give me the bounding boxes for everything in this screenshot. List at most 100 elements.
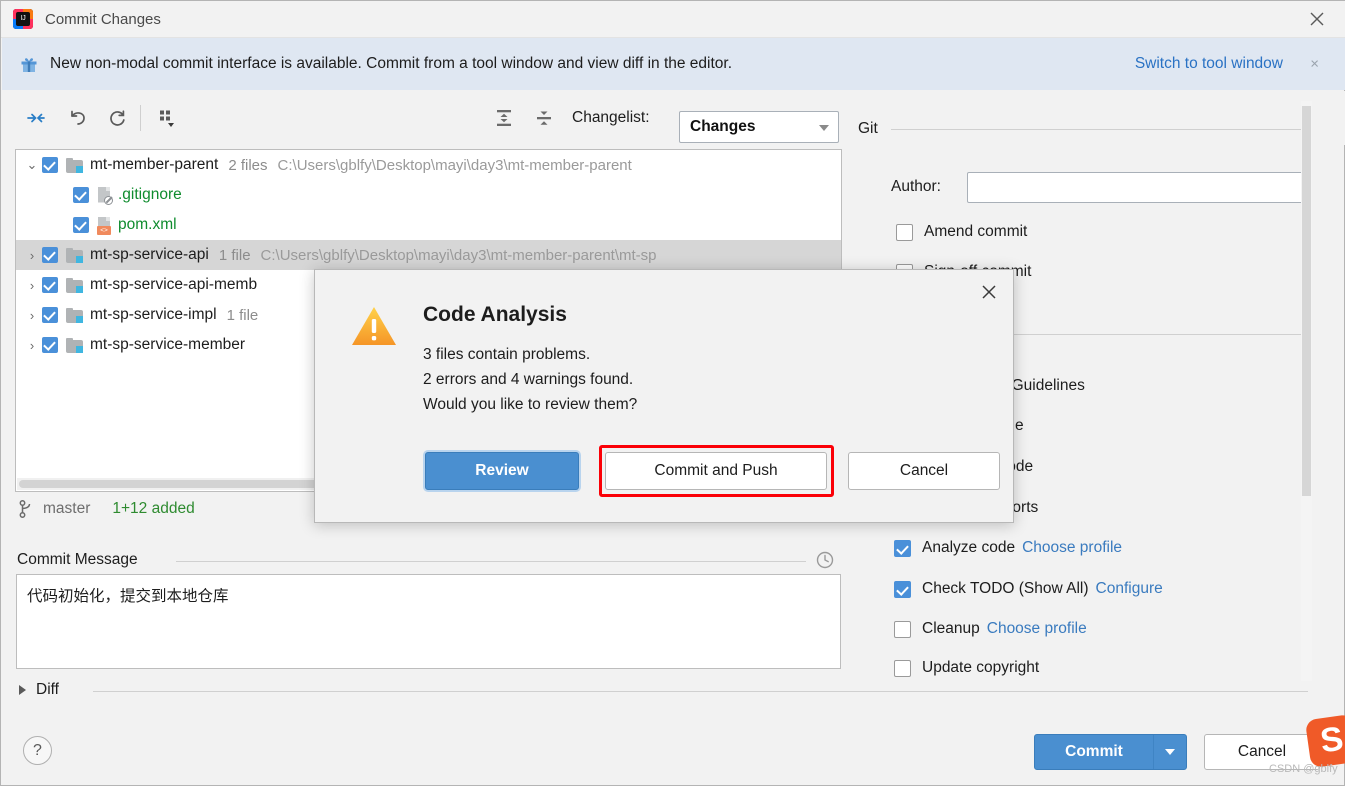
row-checkbox[interactable] [73, 187, 89, 203]
before-commit-option[interactable]: Update copyright [894, 659, 1039, 677]
table-row[interactable]: .gitignore [16, 180, 841, 210]
collapse-arrows-glyph [27, 113, 45, 123]
option-checkbox[interactable] [894, 659, 911, 677]
amend-commit-checkbox[interactable] [896, 223, 913, 241]
diff-label: Diff [36, 681, 59, 698]
commit-dropdown-arrow-icon[interactable] [1154, 749, 1186, 755]
code-analysis-dialog: Code Analysis 3 files contain problems. … [314, 269, 1014, 523]
collapse-all-icon[interactable] [530, 104, 558, 132]
modal-title: Code Analysis [423, 303, 567, 326]
chevron-right-icon[interactable]: › [22, 270, 42, 300]
chevron-right-icon [19, 685, 26, 695]
row-checkbox[interactable] [73, 217, 89, 233]
before-commit-option[interactable]: Analyze code Choose profile [894, 539, 1122, 557]
table-row[interactable]: <> pom.xml [16, 210, 841, 240]
clock-glyph [816, 551, 834, 569]
chevron-right-icon[interactable]: › [22, 330, 42, 360]
toolbar-separator [140, 105, 141, 131]
rollback-icon[interactable] [64, 104, 92, 132]
option-label: Analyze code [922, 539, 1016, 556]
option-link[interactable]: Configure [1096, 580, 1163, 598]
commit-message-rule [176, 561, 806, 562]
commit-button[interactable]: Commit [1034, 734, 1187, 770]
option-link[interactable]: Choose profile [1022, 539, 1122, 557]
group-by-icon[interactable] [154, 104, 182, 132]
row-name: mt-sp-service-impl [90, 306, 217, 323]
option-label: Update copyright [922, 659, 1040, 676]
option-link[interactable]: Choose profile [987, 620, 1087, 638]
gift-icon [20, 55, 38, 73]
history-clock-icon[interactable] [815, 550, 835, 570]
intellij-logo-icon: IJ [13, 9, 33, 29]
expand-all-icon[interactable] [490, 104, 518, 132]
git-group-rule [891, 129, 1301, 130]
branch-name: master [43, 500, 91, 517]
option-checkbox[interactable] [894, 580, 911, 598]
table-row[interactable]: › mt-sp-service-api 1 file C:\Users\gblfy\D… [16, 240, 841, 270]
row-file-count: 2 files [228, 156, 268, 174]
changelist-value: Changes [690, 118, 756, 135]
chevron-right-icon[interactable]: › [22, 240, 42, 270]
row-checkbox[interactable] [42, 277, 58, 293]
banner-close-icon[interactable]: × [1310, 56, 1319, 73]
gift-glyph [21, 58, 37, 72]
modal-line-1: 3 files contain problems. [423, 346, 591, 363]
modal-message: 3 files contain problems. 2 errors and 4… [423, 342, 637, 417]
changelist-dropdown[interactable]: Changes [679, 111, 839, 143]
commit-message-label: Commit Message [17, 551, 138, 568]
close-glyph [982, 285, 996, 299]
help-button[interactable]: ? [23, 736, 52, 765]
right-scrollbar-thumb[interactable] [1302, 106, 1311, 496]
option-checkbox[interactable] [894, 539, 911, 557]
row-checkbox[interactable] [42, 337, 58, 353]
window-close-icon[interactable] [1306, 8, 1328, 30]
amend-commit-option[interactable]: Amend commit [896, 223, 1027, 241]
git-group-title: Git [858, 120, 878, 137]
row-name: mt-sp-service-member [90, 336, 246, 353]
branch-glyph [19, 500, 31, 518]
changelist-label: Changelist: [572, 109, 650, 126]
commit-and-push-button[interactable]: Commit and Push [605, 452, 827, 490]
notification-text: New non-modal commit interface is availa… [50, 55, 733, 72]
before-commit-option[interactable]: Check TODO (Show All) Configure [894, 580, 1163, 598]
row-name: mt-member-parent [90, 156, 219, 173]
row-checkbox[interactable] [42, 157, 58, 173]
refresh-icon[interactable] [103, 104, 131, 132]
amend-commit-label: Amend commit [924, 223, 1028, 240]
right-panel-scrollbar[interactable] [1301, 101, 1312, 681]
author-input[interactable] [967, 172, 1307, 203]
option-label: Cleanup [922, 620, 980, 637]
group-by-glyph [160, 110, 174, 127]
row-name: .gitignore [118, 186, 182, 203]
before-commit-option[interactable]: Cleanup Choose profile [894, 620, 1087, 638]
branch-added-count: 1+12 added [112, 500, 195, 517]
table-row[interactable]: ⌄ mt-member-parent 2 files C:\Users\gblfy\D… [16, 150, 841, 180]
module-folder-icon [66, 307, 83, 323]
commit-message-input[interactable]: 代码初始化，提交到本地仓库 [16, 574, 841, 669]
modal-line-2: 2 errors and 4 warnings found. [423, 371, 634, 388]
chevron-right-icon[interactable]: › [22, 300, 42, 330]
show-diff-icon[interactable] [22, 104, 50, 132]
row-checkbox[interactable] [42, 307, 58, 323]
row-checkbox[interactable] [42, 247, 58, 263]
option-checkbox[interactable] [894, 620, 911, 638]
row-name: pom.xml [118, 216, 177, 233]
switch-to-tool-window-link[interactable]: Switch to tool window [1135, 55, 1283, 73]
warning-triangle-icon [350, 304, 398, 348]
tree-scrollbar-thumb[interactable] [19, 480, 319, 488]
gitignore-file-icon [97, 186, 113, 205]
window-titlebar: IJ Commit Changes [1, 1, 1345, 38]
chevron-down-icon[interactable]: ⌄ [22, 150, 42, 180]
row-name: mt-sp-service-api [90, 246, 209, 263]
module-folder-icon [66, 157, 83, 173]
modal-cancel-button[interactable]: Cancel [848, 452, 1000, 490]
branch-status: master 1+12 added [19, 500, 195, 518]
undo-arrow-glyph [71, 110, 85, 125]
diff-section-toggle[interactable]: Diff [19, 681, 59, 699]
modal-close-icon[interactable] [977, 280, 1001, 304]
review-button[interactable]: Review [425, 452, 579, 490]
csdn-watermark-text: CSDN @gblfy [1269, 763, 1338, 775]
module-folder-icon [66, 337, 83, 353]
